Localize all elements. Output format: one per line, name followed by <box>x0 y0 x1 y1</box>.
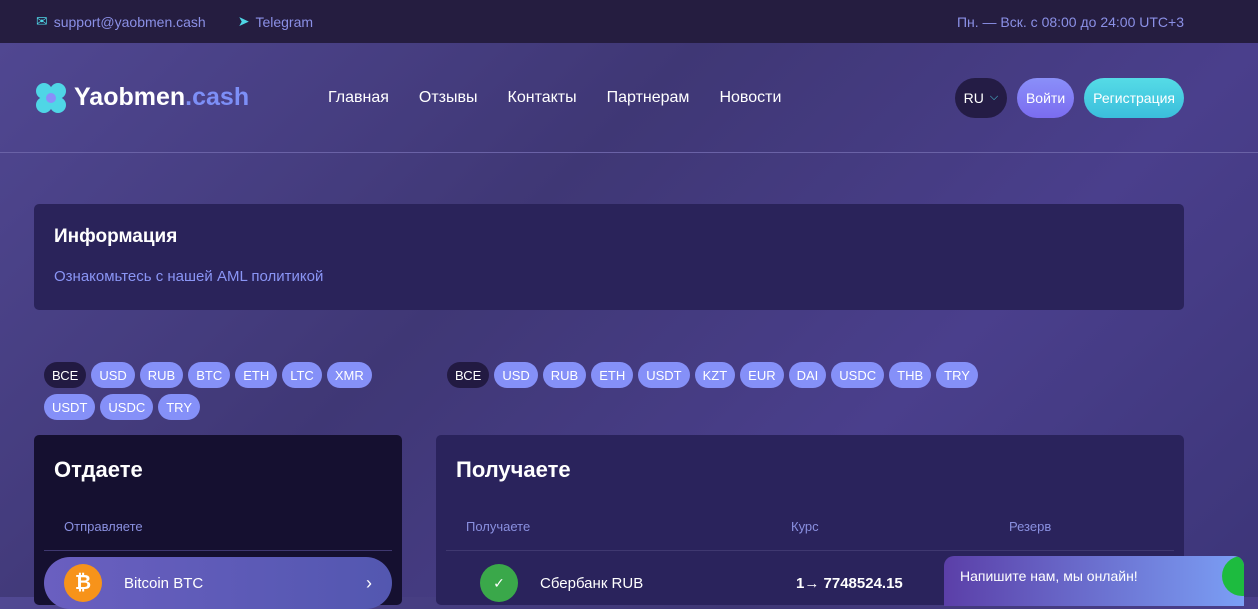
filter-chip[interactable]: USD <box>494 362 538 388</box>
mail-icon: ✉ <box>36 13 48 29</box>
filter-chip[interactable]: USD <box>91 362 135 388</box>
nav-reviews[interactable]: Отзывы <box>419 89 478 107</box>
filter-chip[interactable]: USDT <box>44 394 96 420</box>
chevron-down-icon: ⌵ <box>989 91 999 103</box>
telegram-icon: ➤ <box>237 13 250 29</box>
get-title: Получаете <box>456 457 571 482</box>
topbar: ✉ support@yaobmen.cash ➤ Telegram Пн. — Вс… <box>0 0 1258 43</box>
filter-chip[interactable]: USDT <box>638 362 690 388</box>
nav-home[interactable]: Главная <box>328 89 389 107</box>
info-title: Информация <box>54 226 178 247</box>
filter-chip[interactable]: KZT <box>694 362 736 388</box>
give-filters: ВСЕ USD RUB BTC ETH LTC XMR USDT USDC TRY <box>44 362 374 420</box>
aml-link[interactable]: Ознакомьтесь с нашей AML политикой <box>54 268 1164 285</box>
filter-chip[interactable]: BTC <box>188 362 231 388</box>
telegram-link[interactable]: ➤ Telegram <box>238 13 313 30</box>
give-panel: Отдаете Отправляете ₿ Bitcoin BTC › <box>34 435 402 609</box>
filter-chip[interactable]: TRY <box>936 362 978 388</box>
rate-value: 1→ 7748524.15 <box>796 574 903 592</box>
filter-chip[interactable]: ETH <box>235 362 278 388</box>
col-reserve: Резерв <box>1009 519 1052 534</box>
give-row-bitcoin[interactable]: ₿ Bitcoin BTC › <box>44 557 392 609</box>
filter-chip[interactable]: EUR <box>740 362 784 388</box>
login-button[interactable]: Войти <box>1016 77 1075 118</box>
working-hours: Пн. — Вск. с 08:00 до 24:00 UTC+3 <box>956 13 1184 30</box>
logo[interactable]: Yaobmen .cash <box>34 81 328 115</box>
info-card: Информация Ознакомьтесь с нашей AML поли… <box>34 204 1184 310</box>
col-send: Отправляете <box>64 519 143 534</box>
col-receive: Получаете <box>466 519 531 534</box>
filter-chip[interactable]: RUB <box>139 362 184 388</box>
give-title: Отдаете <box>54 457 143 482</box>
filter-chip[interactable]: THB <box>889 362 932 388</box>
filter-chip[interactable]: RUB <box>542 362 587 388</box>
nav-partners[interactable]: Партнерам <box>607 89 690 107</box>
get-filters: ВСЕ USD RUB ETH USDT KZT EUR DAI USDC THB TRY <box>447 362 1047 388</box>
filter-chip[interactable]: DAI <box>788 362 827 388</box>
chevron-right-icon: › <box>366 572 372 593</box>
chat-status-icon <box>1222 556 1244 596</box>
language-select[interactable]: RU ⌵ <box>954 77 1007 118</box>
register-button[interactable]: Регистрация <box>1084 77 1184 118</box>
chat-widget[interactable]: Напишите нам, мы онлайн! <box>944 556 1244 606</box>
header: Yaobmen .cash Главная Отзывы Контакты Пар… <box>0 43 1258 153</box>
filter-chip[interactable]: XMR <box>326 362 372 388</box>
filter-chip[interactable]: ВСЕ <box>44 362 87 388</box>
filter-chip[interactable]: USDC <box>100 394 154 420</box>
bitcoin-icon: ₿ <box>64 564 102 602</box>
filter-chip[interactable]: ETH <box>591 362 634 388</box>
email-link[interactable]: ✉ support@yaobmen.cash <box>36 13 206 30</box>
filter-chip[interactable]: LTC <box>282 362 322 388</box>
filter-chip[interactable]: ВСЕ <box>447 362 490 388</box>
filter-chip[interactable]: TRY <box>158 394 200 420</box>
col-rate: Курс <box>791 519 819 534</box>
filter-chip[interactable]: USDC <box>831 362 885 388</box>
nav-news[interactable]: Новости <box>719 89 781 107</box>
sberbank-icon: ✓ <box>480 564 518 602</box>
nav-contacts[interactable]: Контакты <box>508 89 577 107</box>
main-nav: Главная Отзывы Контакты Партнерам Новост… <box>328 89 781 107</box>
clover-icon <box>36 82 66 113</box>
